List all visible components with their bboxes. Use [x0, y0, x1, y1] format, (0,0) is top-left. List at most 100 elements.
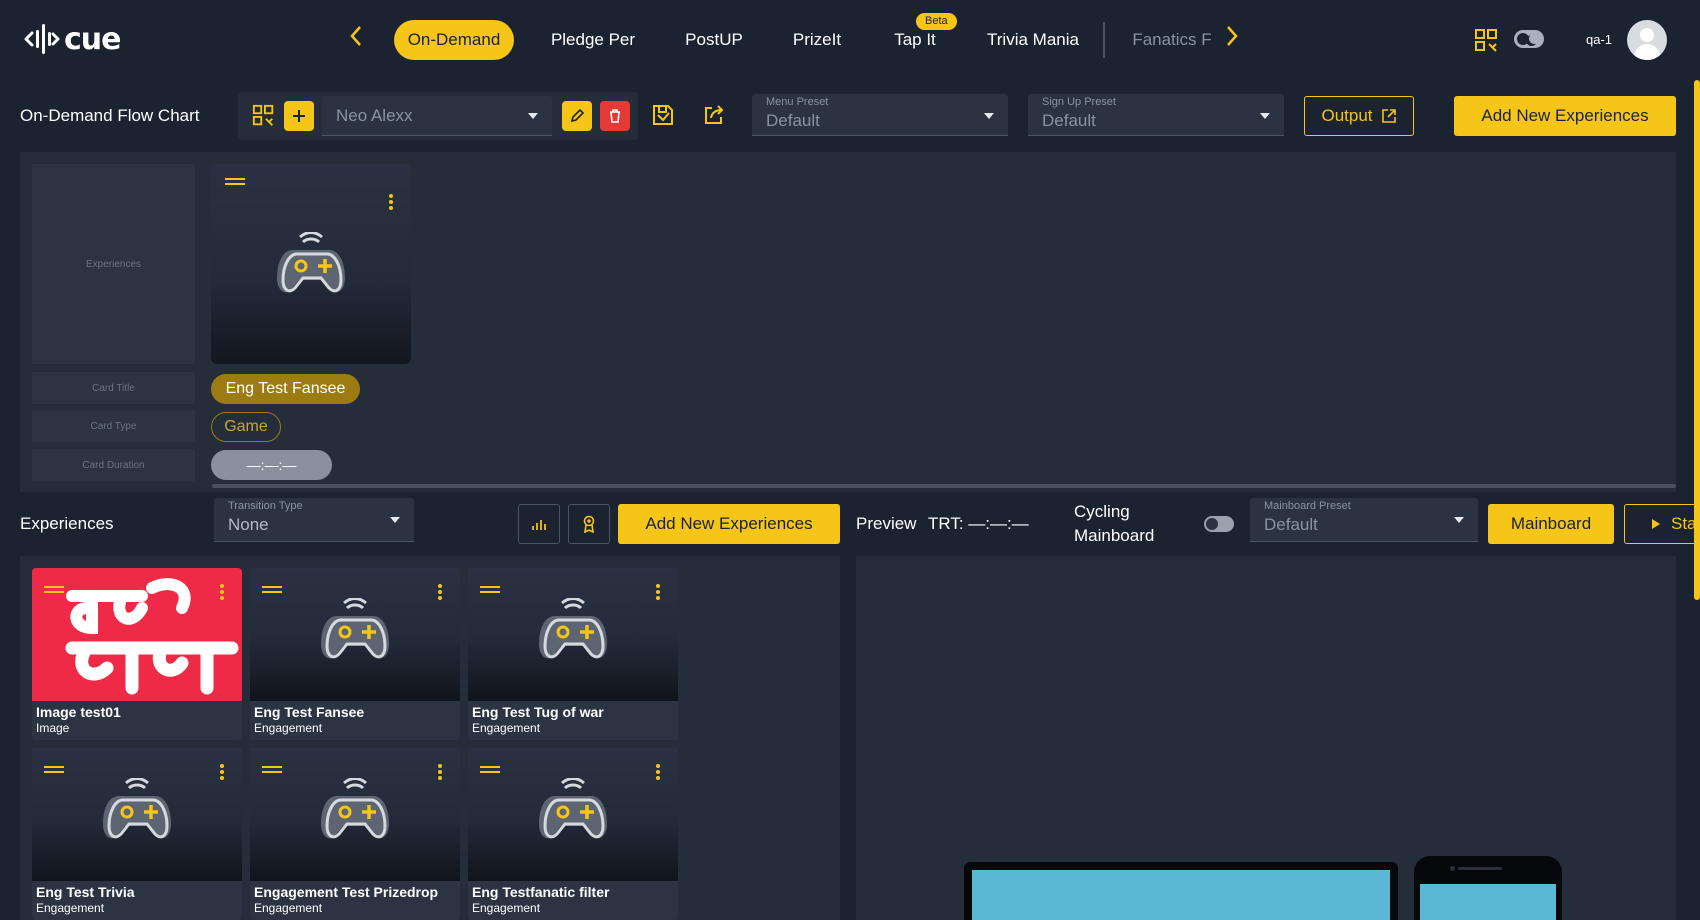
plus-icon: [293, 110, 305, 122]
tab-postup[interactable]: PostUP: [672, 20, 756, 60]
chevron-down-icon: [984, 113, 994, 119]
experience-card[interactable]: Image test01 Image: [32, 568, 242, 740]
tab-trivia-mania[interactable]: Trivia Mania: [976, 20, 1090, 60]
gamepad-icon: [277, 232, 345, 293]
gamepad-icon: [539, 778, 607, 839]
award-icon: [583, 515, 595, 533]
mainboard-button[interactable]: Mainboard: [1488, 504, 1614, 544]
card-type-placeholder: Card Type: [32, 410, 195, 442]
card-duration-pill[interactable]: —:—:—: [211, 450, 332, 480]
more-icon[interactable]: [656, 584, 660, 588]
tab-pledge-per[interactable]: Pledge Per: [540, 20, 646, 60]
experience-type: Engagement: [36, 901, 105, 915]
more-icon[interactable]: [438, 764, 442, 768]
experience-type: Engagement: [472, 721, 541, 735]
transition-type-value: None: [228, 515, 269, 534]
gamepad-icon: [321, 778, 389, 839]
menu-preset-value: Default: [766, 111, 820, 130]
flow-card[interactable]: [211, 164, 411, 364]
experience-title: Engagement Test Prizedrop: [254, 884, 439, 900]
horizontal-scrollbar[interactable]: [212, 484, 1676, 488]
experience-title: Eng Testfanatic filter: [472, 884, 610, 900]
tab-prizeit[interactable]: PrizeIt: [780, 20, 854, 60]
edit-flow-button[interactable]: [562, 101, 592, 131]
experience-title: Eng Test Trivia: [36, 884, 135, 900]
vertical-scrollbar[interactable]: [1694, 80, 1700, 920]
experiences-placeholder: Experiences: [32, 164, 195, 364]
output-button[interactable]: Output: [1304, 96, 1414, 136]
nav-divider: [1103, 22, 1105, 58]
menu-preset-select[interactable]: Menu Preset Default: [752, 94, 1008, 136]
start-button[interactable]: Sta: [1624, 504, 1700, 544]
flow-select-value: Neo Alexx: [336, 106, 413, 125]
experience-card[interactable]: Eng Test Tug of war Engagement: [468, 568, 678, 740]
more-icon[interactable]: [438, 584, 442, 588]
avatar[interactable]: [1627, 20, 1667, 60]
mainboard-screen: [964, 862, 1398, 920]
cycling-mainboard-label: Cycling Mainboard: [1074, 502, 1155, 545]
more-icon[interactable]: [220, 764, 224, 768]
scrollbar-thumb[interactable]: [1694, 80, 1700, 600]
trt-label: TRT: —:—:—: [928, 514, 1029, 533]
flow-select[interactable]: Neo Alexx: [322, 96, 552, 136]
award-button[interactable]: [568, 504, 610, 544]
experience-card[interactable]: Engagement Test Prizedrop Engagement: [250, 748, 460, 920]
mainboard-preset-value: Default: [1264, 515, 1318, 534]
experience-card[interactable]: Eng Testfanatic filter Engagement: [468, 748, 678, 920]
nav-prev-icon[interactable]: [348, 24, 364, 55]
add-new-experiences-button-2[interactable]: Add New Experiences: [618, 504, 840, 544]
phone-display: [1420, 884, 1556, 920]
more-icon[interactable]: [389, 194, 393, 198]
qr-code-icon[interactable]: [252, 104, 276, 133]
card-title-pill[interactable]: Eng Test Fansee: [211, 374, 360, 404]
analytics-button[interactable]: [518, 504, 560, 544]
save-icon[interactable]: [652, 104, 674, 131]
theme-toggle[interactable]: [1514, 30, 1544, 48]
experience-type: Engagement: [254, 901, 323, 915]
signup-preset-value: Default: [1042, 111, 1096, 130]
flow-toolbox: Neo Alexx: [238, 92, 638, 140]
moon-icon: [1529, 33, 1540, 44]
more-icon[interactable]: [656, 764, 660, 768]
add-new-experiences-button[interactable]: Add New Experiences: [1454, 96, 1676, 136]
nav-next-icon[interactable]: [1224, 24, 1240, 55]
cycling-mainboard-toggle[interactable]: [1204, 516, 1234, 532]
drag-handle-icon[interactable]: [262, 586, 282, 588]
card-type-pill[interactable]: Game: [211, 412, 281, 442]
menu-preset-label: Menu Preset: [766, 96, 829, 108]
drag-handle-icon[interactable]: [225, 178, 245, 180]
experience-card[interactable]: Eng Test Trivia Engagement: [32, 748, 242, 920]
experience-type: Image: [36, 721, 70, 735]
delete-flow-button[interactable]: [600, 101, 630, 131]
more-icon[interactable]: [220, 584, 224, 588]
flow-chart-panel: Experiences Card Title Card Type Card Du…: [20, 152, 1676, 492]
phone-speaker: [1458, 867, 1502, 870]
tab-on-demand[interactable]: On-Demand: [394, 20, 514, 60]
signup-preset-select[interactable]: Sign Up Preset Default: [1028, 94, 1284, 136]
drag-handle-icon[interactable]: [44, 766, 64, 768]
add-flow-button[interactable]: [284, 101, 314, 131]
drag-handle-icon[interactable]: [262, 766, 282, 768]
start-label: Sta: [1671, 514, 1697, 533]
chevron-down-icon: [528, 113, 538, 119]
transition-type-select[interactable]: Transition Type None: [214, 498, 414, 542]
drag-handle-icon[interactable]: [480, 586, 500, 588]
drag-handle-icon[interactable]: [44, 586, 64, 588]
brand-name: cue: [64, 21, 121, 57]
pencil-icon: [570, 108, 585, 123]
experience-card[interactable]: Eng Test Fansee Engagement: [250, 568, 460, 740]
play-icon: [1652, 519, 1660, 529]
share-icon[interactable]: [703, 104, 725, 131]
mainboard-preset-select[interactable]: Mainboard Preset Default: [1250, 498, 1478, 542]
experience-type: Engagement: [472, 901, 541, 915]
drag-handle-icon[interactable]: [480, 766, 500, 768]
preview-panel: [856, 556, 1676, 920]
page-title: On-Demand Flow Chart: [20, 106, 200, 125]
cue-logo[interactable]: cue: [24, 20, 121, 58]
toggle-knob: [1517, 33, 1529, 45]
signup-preset-label: Sign Up Preset: [1042, 96, 1116, 108]
qr-code-icon[interactable]: [1474, 28, 1500, 59]
tab-fanatics[interactable]: Fanatics F: [1122, 20, 1222, 60]
chevron-down-icon: [390, 517, 400, 523]
phone-preview: [1414, 856, 1562, 920]
